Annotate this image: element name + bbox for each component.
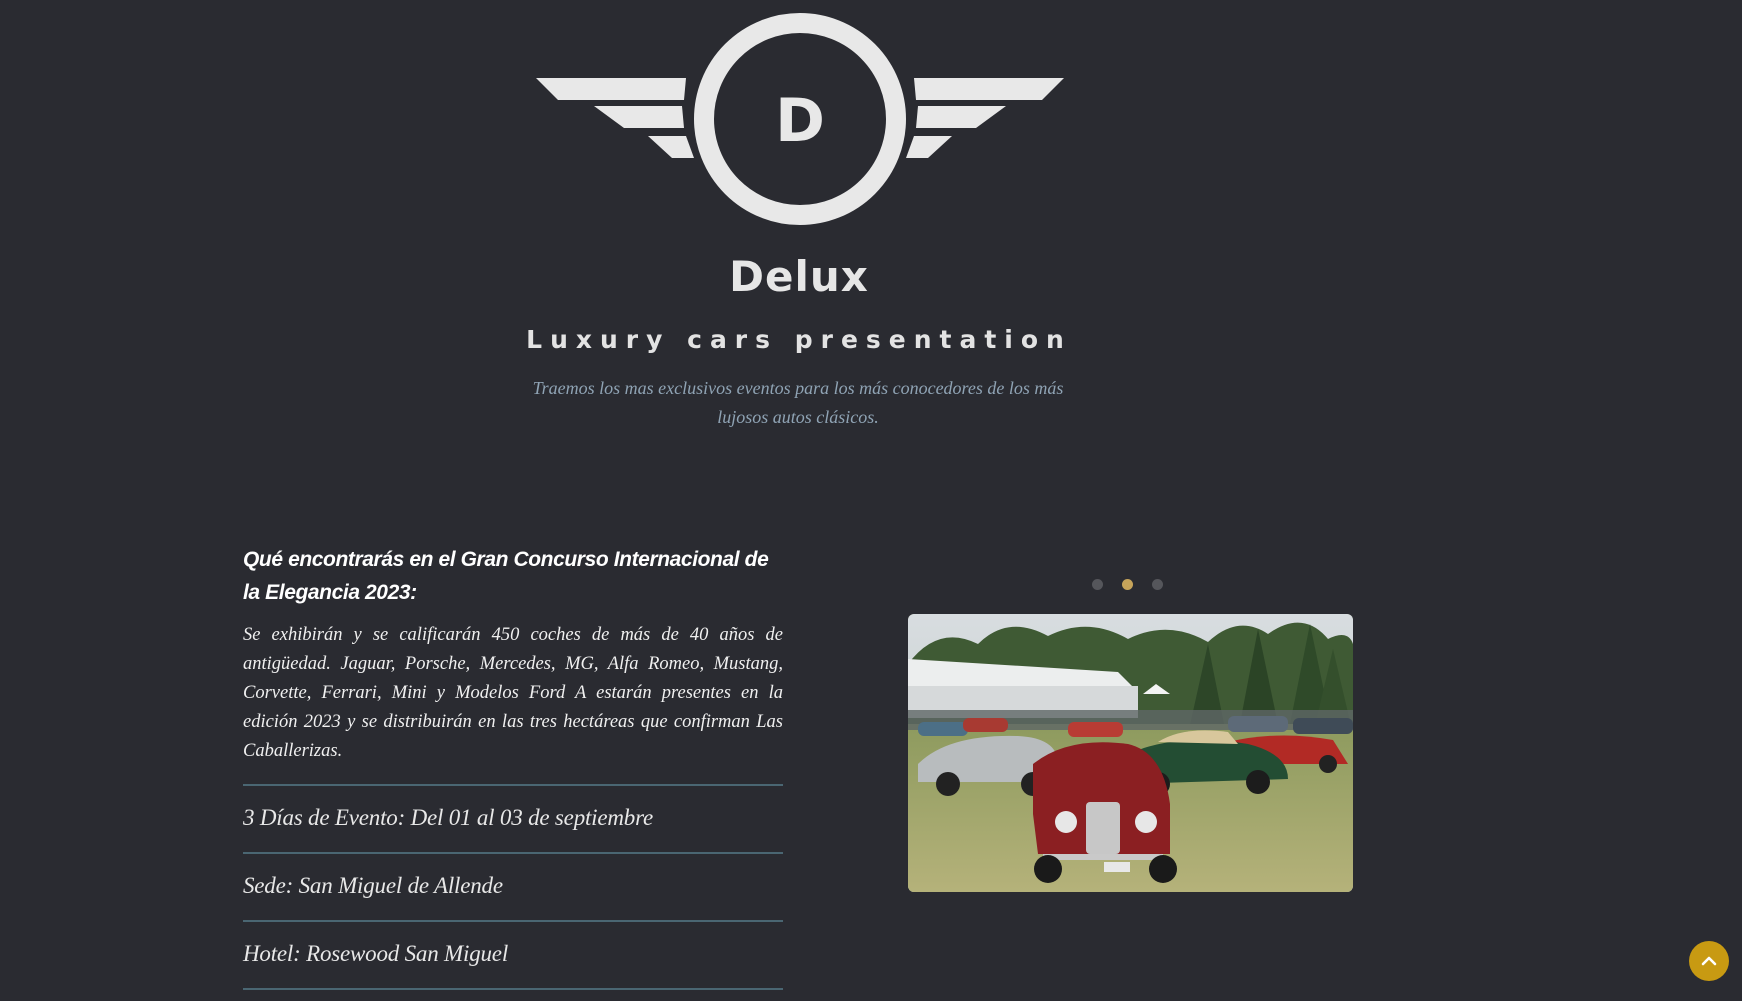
event-detail-dates: 3 Días de Evento: Del 01 al 03 de septie… [243,784,783,852]
carousel-dot-2[interactable] [1122,579,1133,590]
event-detail-venue: Sede: San Miguel de Allende [243,852,783,920]
event-details-list: 3 Días de Evento: Del 01 al 03 de septie… [243,784,783,990]
chevron-up-icon [1701,956,1717,966]
carousel-indicators [1092,579,1163,593]
winged-logo-icon: D [536,13,1064,225]
classic-cars-photo [908,614,1353,892]
back-to-top-button[interactable] [1689,941,1729,981]
event-title: Qué encontrarás en el Gran Concurso Inte… [243,548,769,604]
event-description: Se exhibirán y se calificarán 450 coches… [243,625,783,761]
carousel-slide-image[interactable] [908,614,1353,892]
carousel-dot-1[interactable] [1092,579,1103,590]
logo-letter: D [775,86,825,156]
brand-tagline: Luxury cars presentation [526,325,1072,354]
hero-description: Traemos los mas exclusivos eventos para … [532,378,1064,427]
brand-name: Delux [729,252,869,301]
event-info: Qué encontrarás en el Gran Concurso Inte… [243,543,783,990]
carousel-dot-3[interactable] [1152,579,1163,590]
logo-emblem: D [536,12,1064,230]
event-detail-hotel: Hotel: Rosewood San Miguel [243,920,783,990]
